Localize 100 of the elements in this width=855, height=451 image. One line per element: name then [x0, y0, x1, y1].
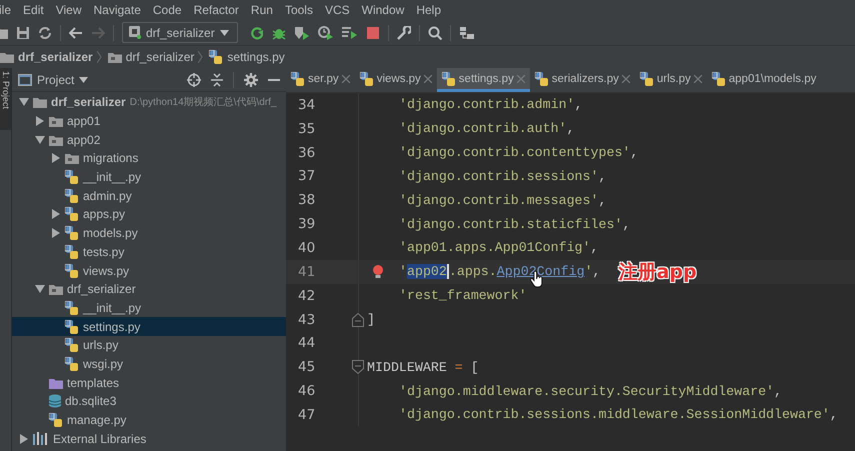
python-file-icon: [65, 226, 79, 240]
caret-icon: [79, 76, 88, 82]
code-string: 'django.contrib.sessions.middleware.SessionMiddleware': [399, 407, 830, 422]
code-string: .apps.: [448, 264, 497, 280]
close-icon[interactable]: [622, 74, 630, 82]
wrench-icon[interactable]: [396, 26, 411, 40]
tree-item[interactable]: External Libraries: [12, 429, 286, 448]
editor-tab[interactable]: app01\models.py: [706, 68, 816, 92]
close-icon[interactable]: [342, 74, 350, 82]
python-file-icon: [442, 72, 456, 86]
python-file-icon: [209, 50, 224, 64]
menu-item[interactable]: ile: [0, 0, 18, 20]
menu-item[interactable]: Tools: [278, 0, 319, 20]
caret-icon: [220, 30, 229, 36]
tree-item[interactable]: manage.py: [12, 410, 286, 430]
tree-item[interactable]: views.py: [12, 261, 286, 280]
code-text: ,: [598, 192, 606, 208]
tree-item[interactable]: urls.py: [12, 336, 286, 355]
tree-item[interactable]: tests.py: [12, 242, 286, 262]
tree-item[interactable]: models.py: [12, 224, 286, 242]
tree-item[interactable]: __init__.py: [12, 168, 286, 186]
code-operator: =: [454, 360, 463, 375]
expanded-arrow-icon: [18, 97, 30, 108]
code-string: 'django.contrib.contenttypes': [399, 145, 630, 160]
fold-start-icon[interactable]: [352, 360, 364, 374]
tree-item[interactable]: wsgi.py: [12, 354, 286, 374]
line-number: 40: [298, 240, 316, 256]
tree-item[interactable]: admin.py: [12, 186, 286, 206]
line-number: 39: [298, 216, 316, 232]
python-file-icon: [65, 300, 79, 315]
folder-icon: [49, 376, 63, 389]
chevron-icon: [96, 51, 102, 63]
back-arrow-icon[interactable]: [69, 26, 83, 38]
shield-run-icon[interactable]: [294, 26, 310, 40]
close-icon[interactable]: [694, 74, 702, 82]
python-file-icon: [65, 320, 79, 334]
tree-item[interactable]: apps.py: [12, 205, 286, 224]
line-number: 42: [298, 288, 316, 304]
collapsed-arrow-icon: [50, 209, 62, 220]
tree-item[interactable]: settings.py: [12, 317, 286, 336]
tree-item[interactable]: drf_serializer D:\python14期视频汇总\代码\drf_: [12, 93, 286, 112]
collapse-icon[interactable]: [211, 72, 223, 86]
menu-item[interactable]: Run: [244, 0, 279, 20]
editor-tab[interactable]: urls.py: [634, 68, 707, 92]
editor-tab[interactable]: settings.py: [436, 68, 530, 92]
fold-end-icon[interactable]: [352, 312, 364, 327]
folder-icon: [49, 283, 63, 296]
editor-tab[interactable]: serializers.py: [530, 68, 635, 92]
menu-item[interactable]: Edit: [17, 0, 50, 20]
crosshair-icon[interactable]: [187, 72, 201, 86]
project-view-dropdown[interactable]: Project: [18, 72, 88, 86]
menu-item[interactable]: Code: [146, 0, 188, 20]
folder-icon: [49, 134, 63, 146]
run-configuration-dropdown[interactable]: drf_serializer: [122, 22, 238, 43]
tree-item[interactable]: templates: [12, 373, 286, 392]
python-file-icon: [65, 170, 79, 184]
tree-item[interactable]: __init__.py: [12, 298, 286, 318]
python-file-icon: [65, 244, 79, 259]
settings-icon[interactable]: [244, 72, 258, 86]
breadcrumb-item[interactable]: drf_serializer: [18, 50, 93, 64]
python-file-icon: [65, 264, 79, 278]
stop-icon[interactable]: [366, 26, 380, 40]
save-icon[interactable]: [16, 26, 30, 40]
code-text: ]: [367, 312, 375, 328]
tree-item[interactable]: app02: [12, 130, 286, 150]
selected-text: app02: [406, 264, 449, 280]
structure-icon[interactable]: [458, 26, 475, 40]
code-text: ,: [830, 407, 838, 422]
code-text: ,: [592, 264, 601, 280]
line-number: 44: [298, 335, 316, 352]
editor-tab[interactable]: ser.py: [286, 68, 355, 92]
close-icon[interactable]: [424, 74, 432, 82]
python-file-icon: [65, 188, 79, 203]
breadcrumb-item[interactable]: drf_serializer: [126, 50, 194, 64]
folder-icon: [0, 51, 14, 63]
python-file-icon: [712, 72, 726, 86]
code-string: 'django.contrib.staticfiles': [399, 216, 622, 232]
rerun-icon[interactable]: [250, 26, 264, 40]
expanded-arrow-icon: [34, 134, 46, 145]
side-tool-tab[interactable]: 1: Project: [0, 68, 11, 130]
run-list-icon[interactable]: [342, 26, 358, 38]
tree-item[interactable]: db.sqlite3: [12, 392, 286, 411]
menu-item[interactable]: View: [50, 0, 88, 20]
code-link[interactable]: App02Config: [496, 264, 585, 280]
menu-item[interactable]: Refactor: [188, 0, 245, 20]
clock-run-icon[interactable]: [318, 26, 334, 40]
line-number: 43: [298, 312, 316, 328]
menu-item[interactable]: Navigate: [88, 0, 147, 20]
tree-item[interactable]: drf_serializer: [12, 280, 286, 299]
menu-item[interactable]: VCS: [318, 0, 356, 20]
sync-icon[interactable]: [38, 26, 52, 40]
code-text: ,: [774, 384, 782, 399]
collapsed-arrow-icon: [34, 116, 46, 126]
menu-item[interactable]: Window: [356, 0, 410, 20]
breadcrumb-item[interactable]: settings.py: [227, 50, 285, 64]
tree-item[interactable]: app01: [12, 112, 286, 130]
tree-item[interactable]: migrations: [12, 149, 286, 168]
menu-item[interactable]: Help: [410, 0, 448, 20]
search-icon[interactable]: [428, 26, 442, 40]
editor-tab[interactable]: views.py: [354, 68, 437, 92]
